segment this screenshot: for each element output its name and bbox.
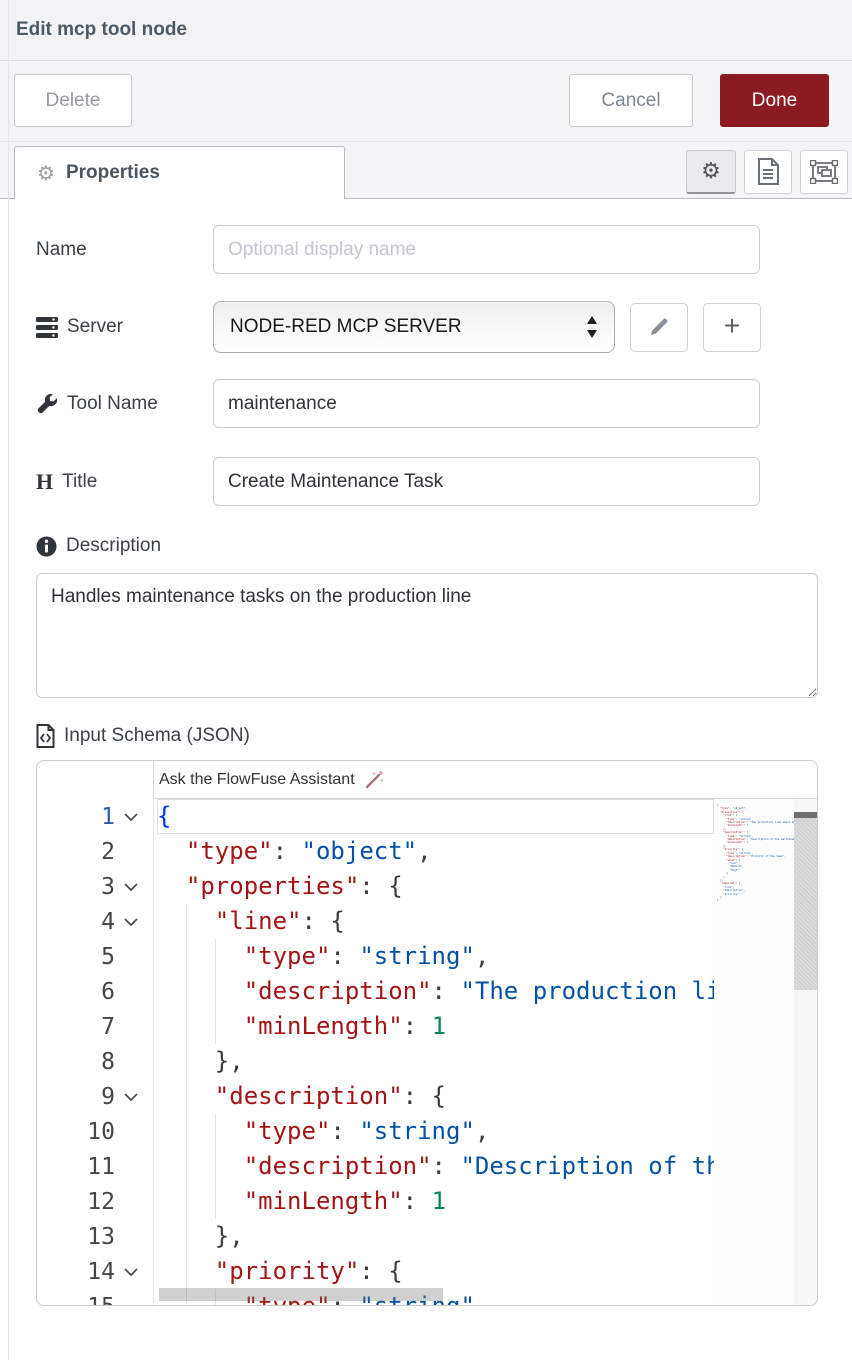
input-schema-label-group: Input Schema (JSON) <box>0 724 852 748</box>
name-row: Name <box>0 225 852 274</box>
editor-minimap[interactable]: { "type": "object", "properties": { "lin… <box>714 799 794 1306</box>
tab-properties-label: Properties <box>66 162 160 184</box>
title-label: Title <box>62 471 97 493</box>
gutter-line: 10 <box>37 1114 153 1149</box>
name-label-group: Name <box>36 239 213 261</box>
info-icon <box>36 536 57 557</box>
cancel-button[interactable]: Cancel <box>569 74 693 127</box>
page-title: Edit mcp tool node <box>16 19 187 41</box>
pencil-icon <box>649 317 669 337</box>
code-line[interactable]: }, <box>157 1219 714 1254</box>
editor-header-gutter <box>37 761 153 799</box>
file-code-icon <box>36 724 55 748</box>
editor-tab-bar: ⚙ Properties ⚙ <box>0 141 852 199</box>
code-line[interactable]: "type": "string", <box>157 1114 714 1149</box>
properties-form: Name Server NODE-RED MCP SERVER <box>0 225 852 1306</box>
gutter-line: 11 <box>37 1149 153 1184</box>
gutter-line: 3 <box>37 869 153 904</box>
code-line[interactable]: "priority": { <box>157 1254 714 1289</box>
editor-body[interactable]: 123456789101112131415 { "type": "object"… <box>37 799 817 1306</box>
header-icon: H <box>36 469 53 495</box>
horizontal-scroll-thumb[interactable] <box>159 1288 443 1301</box>
code-line[interactable]: "description": "Description of the maint… <box>157 1149 714 1184</box>
description-view-button[interactable] <box>744 150 792 194</box>
tool-name-row: Tool Name <box>0 379 852 428</box>
tray-toolbar: Delete Cancel Done <box>0 61 852 141</box>
gutter-line: 8 <box>37 1044 153 1079</box>
editor-vertical-scrollbar[interactable] <box>794 799 818 1306</box>
edit-node-tray: Edit mcp tool node Delete Cancel Done ⚙ … <box>0 0 852 1360</box>
gear-icon: ⚙ <box>701 159 721 184</box>
title-label-group: H Title <box>36 469 213 495</box>
gutter-line: 15 <box>37 1289 153 1306</box>
description-label: Description <box>66 535 161 557</box>
name-input[interactable] <box>213 225 760 274</box>
edit-server-button[interactable] <box>630 303 688 352</box>
tray-header: Edit mcp tool node <box>0 0 852 61</box>
document-icon <box>756 158 780 186</box>
fold-toggle-icon[interactable] <box>123 1092 139 1102</box>
server-label: Server <box>67 316 123 338</box>
delete-button[interactable]: Delete <box>14 74 132 127</box>
gutter-line: 14 <box>37 1254 153 1289</box>
code-line[interactable]: "type": "string", <box>157 939 714 974</box>
tool-name-label: Tool Name <box>67 393 158 415</box>
assistant-button[interactable]: Ask the FlowFuse Assistant <box>153 761 817 799</box>
fold-toggle-icon[interactable] <box>123 812 139 822</box>
gutter-line: 2 <box>37 834 153 869</box>
tool-name-input[interactable] <box>213 379 760 428</box>
description-label-group: Description <box>0 534 852 558</box>
gutter-line: 1 <box>37 799 153 834</box>
gutter-line: 7 <box>37 1009 153 1044</box>
select-arrows-icon <box>586 316 598 338</box>
title-input[interactable] <box>213 457 760 506</box>
gutter-line: 4 <box>37 904 153 939</box>
vertical-scroll-thumb[interactable] <box>794 818 818 990</box>
wrench-icon <box>36 393 58 415</box>
fold-toggle-icon[interactable] <box>123 917 139 927</box>
magic-wand-icon <box>363 770 385 790</box>
server-label-group: Server <box>36 316 213 338</box>
gutter-line: 6 <box>37 974 153 1009</box>
title-row: H Title <box>0 457 852 506</box>
gutter-border <box>153 799 154 1306</box>
server-icon <box>36 317 58 338</box>
properties-view-button[interactable]: ⚙ <box>686 150 736 194</box>
appearance-view-button[interactable] <box>800 150 848 194</box>
code-line[interactable]: "description": { <box>157 1079 714 1114</box>
fold-toggle-icon[interactable] <box>123 1267 139 1277</box>
code-line[interactable]: { <box>157 799 714 834</box>
input-schema-label: Input Schema (JSON) <box>64 725 250 747</box>
fold-toggle-icon[interactable] <box>123 882 139 892</box>
code-line[interactable]: "description": "The production line wher… <box>157 974 714 1009</box>
add-server-button[interactable]: + <box>703 303 761 352</box>
tab-properties[interactable]: ⚙ Properties <box>14 146 345 199</box>
code-line[interactable]: "properties": { <box>157 869 714 904</box>
plus-icon: + <box>724 312 740 340</box>
name-label: Name <box>36 239 87 261</box>
code-line[interactable]: "minLength": 1 <box>157 1009 714 1044</box>
json-schema-editor[interactable]: Ask the FlowFuse Assistant 1234567891011… <box>36 760 818 1306</box>
server-row: Server NODE-RED MCP SERVER + <box>0 301 852 353</box>
gutter-line: 12 <box>37 1184 153 1219</box>
code-line[interactable]: "minLength": 1 <box>157 1184 714 1219</box>
tray-left-border <box>8 0 9 1360</box>
code-line[interactable]: "type": "object", <box>157 834 714 869</box>
description-textarea[interactable]: Handles maintenance tasks on the product… <box>36 573 818 698</box>
gutter-line: 13 <box>37 1219 153 1254</box>
gutter-line: 5 <box>37 939 153 974</box>
appearance-icon <box>810 160 838 184</box>
server-select-value: NODE-RED MCP SERVER <box>230 316 586 338</box>
assistant-label: Ask the FlowFuse Assistant <box>159 771 355 789</box>
gear-icon: ⚙ <box>37 163 55 183</box>
editor-header: Ask the FlowFuse Assistant <box>37 761 817 799</box>
done-button[interactable]: Done <box>720 74 829 127</box>
code-line[interactable]: }, <box>157 1044 714 1079</box>
server-select[interactable]: NODE-RED MCP SERVER <box>213 301 615 353</box>
code-line[interactable]: "line": { <box>157 904 714 939</box>
gutter-line: 9 <box>37 1079 153 1114</box>
tool-name-label-group: Tool Name <box>36 393 213 415</box>
